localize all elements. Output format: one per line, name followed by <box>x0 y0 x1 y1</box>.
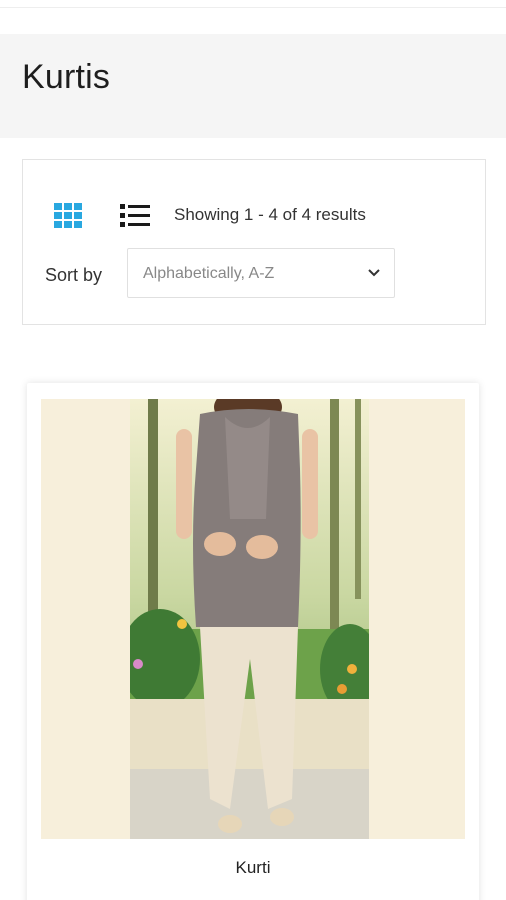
results-count: Showing 1 - 4 of 4 results <box>174 205 366 224</box>
list-view-icon[interactable] <box>119 202 151 230</box>
chevron-down-icon <box>366 265 382 281</box>
product-card[interactable]: Kurti <box>27 383 479 900</box>
page-header: Kurtis <box>0 34 506 138</box>
sort-selected-value: Alphabetically, A-Z <box>143 265 275 282</box>
product-name[interactable]: Kurti <box>27 858 479 878</box>
sort-label: Sort by <box>45 265 103 285</box>
sort-select[interactable]: Alphabetically, A-Z <box>127 248 395 298</box>
product-image[interactable] <box>41 399 465 839</box>
product-photo <box>130 399 369 839</box>
grid-view-icon[interactable] <box>53 202 85 230</box>
top-edge <box>0 0 506 8</box>
collection-toolbar: Showing 1 - 4 of 4 results Sort by Alpha… <box>22 159 486 325</box>
page-title: Kurtis <box>22 58 111 96</box>
